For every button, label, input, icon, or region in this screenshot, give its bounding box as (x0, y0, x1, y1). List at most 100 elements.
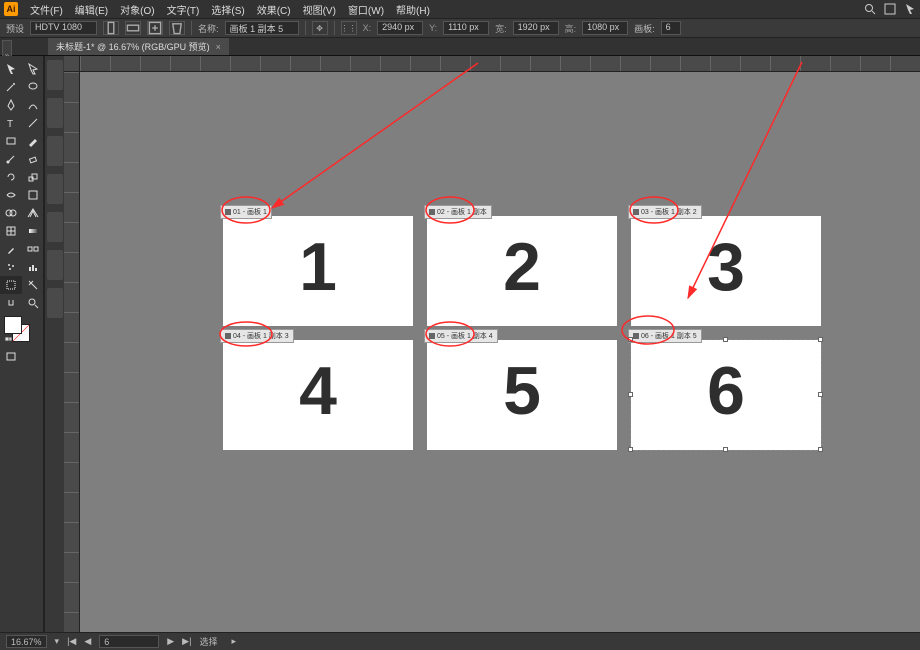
slice-tool[interactable] (22, 276, 44, 294)
pen-tool[interactable] (0, 96, 22, 114)
panel-tab-7[interactable] (47, 288, 63, 318)
panel-tab-6[interactable] (47, 250, 63, 280)
artboard-number: 3 (707, 228, 745, 306)
blend-tool[interactable] (22, 240, 44, 258)
nav-first-icon[interactable]: |◀ (67, 636, 76, 647)
x-label: X: (363, 23, 372, 33)
h-label: 高: (565, 22, 577, 35)
artboard-label[interactable]: 06 - 画板 1 副本 5 (628, 329, 702, 343)
search-icon[interactable] (864, 3, 876, 15)
ruler-horizontal[interactable] (80, 56, 920, 72)
chevron-down-icon[interactable]: ▾ (55, 636, 60, 647)
direct-selection-tool[interactable] (22, 60, 44, 78)
column-graph-tool[interactable] (22, 258, 44, 276)
document-tab-title: 未标题-1* @ 16.67% (RGB/GPU 预览) (56, 40, 210, 53)
artboard-count-field[interactable]: 6 (661, 21, 681, 35)
arrange-icon[interactable] (884, 3, 896, 15)
orient-portrait-button[interactable] (103, 21, 119, 35)
nav-last-icon[interactable]: ▶| (182, 636, 191, 647)
rotate-tool[interactable] (0, 168, 22, 186)
w-field[interactable]: 1920 px (513, 21, 559, 35)
artboard-label[interactable]: 03 - 画板 1 副本 2 (628, 205, 702, 219)
canvas[interactable]: 01 - 画板 1102 - 画板 1 副本203 - 画板 1 副本 2304… (80, 72, 920, 632)
menu-view[interactable]: 视图(V) (303, 2, 336, 17)
artboard-number: 5 (503, 352, 541, 430)
document-tab-bar: » 未标题-1* @ 16.67% (RGB/GPU 预览) × (0, 38, 920, 56)
reference-point-button[interactable]: ⋮⋮ (341, 21, 357, 35)
rectangle-tool[interactable] (0, 132, 22, 150)
panel-tab-3[interactable] (47, 136, 63, 166)
magic-wand-tool[interactable] (0, 78, 22, 96)
panel-tab-1[interactable] (47, 60, 63, 90)
menu-help[interactable]: 帮助(H) (396, 2, 430, 17)
preset-select[interactable]: HDTV 1080 (30, 21, 97, 35)
shaper-tool[interactable] (0, 150, 22, 168)
artboard-label[interactable]: 01 - 画板 1 (220, 205, 272, 219)
menu-object[interactable]: 对象(O) (120, 2, 154, 17)
artboard-name-field[interactable]: 画板 1 副本 5 (225, 21, 299, 35)
artboard[interactable]: 01 - 画板 11 (223, 216, 413, 326)
gradient-tool[interactable] (22, 222, 44, 240)
selection-tool[interactable] (0, 60, 22, 78)
symbol-sprayer-tool[interactable] (0, 258, 22, 276)
paintbrush-tool[interactable] (22, 132, 44, 150)
artboard-label[interactable]: 04 - 画板 1 副本 3 (220, 329, 294, 343)
type-tool[interactable]: T (0, 114, 22, 132)
shape-builder-tool[interactable] (0, 204, 22, 222)
move-with-artboard-button[interactable]: ✥ (312, 21, 328, 35)
cursor-icon[interactable] (904, 3, 916, 15)
width-tool[interactable] (0, 186, 22, 204)
artboard-label[interactable]: 05 - 画板 1 副本 4 (424, 329, 498, 343)
delete-artboard-button[interactable] (169, 21, 185, 35)
artboard[interactable]: 04 - 画板 1 副本 34 (223, 340, 413, 450)
menu-effect[interactable]: 效果(C) (257, 2, 291, 17)
eraser-tool[interactable] (22, 150, 44, 168)
menu-edit[interactable]: 编辑(E) (75, 2, 108, 17)
eyedropper-tool[interactable] (0, 240, 22, 258)
menu-type[interactable]: 文字(T) (167, 2, 200, 17)
scale-tool[interactable] (22, 168, 44, 186)
zoom-field[interactable]: 16.67% (6, 635, 47, 648)
artboard-nav-field[interactable]: 6 (99, 635, 159, 648)
ruler-origin[interactable] (64, 56, 80, 72)
artboard[interactable]: 06 - 画板 1 副本 56 (631, 340, 821, 450)
artboard[interactable]: 05 - 画板 1 副本 45 (427, 340, 617, 450)
y-field[interactable]: 1110 px (443, 21, 489, 35)
lasso-tool[interactable] (22, 78, 44, 96)
artboard-label[interactable]: 02 - 画板 1 副本 (424, 205, 492, 219)
artboard-tool[interactable] (0, 276, 22, 294)
svg-text:T: T (7, 119, 13, 129)
canvas-area[interactable]: 01 - 画板 1102 - 画板 1 副本203 - 画板 1 副本 2304… (64, 56, 920, 632)
nav-next-icon[interactable]: ▶ (167, 636, 174, 647)
zoom-tool[interactable] (22, 294, 44, 312)
artboard-number: 4 (299, 352, 337, 430)
menu-file[interactable]: 文件(F) (30, 2, 63, 17)
menu-select[interactable]: 选择(S) (211, 2, 244, 17)
x-field[interactable]: 2940 px (377, 21, 423, 35)
perspective-grid-tool[interactable] (22, 204, 44, 222)
artboard-number: 2 (503, 228, 541, 306)
line-tool[interactable] (22, 114, 44, 132)
artboard[interactable]: 03 - 画板 1 副本 23 (631, 216, 821, 326)
mesh-tool[interactable] (0, 222, 22, 240)
orient-landscape-button[interactable] (125, 21, 141, 35)
panel-tab-4[interactable] (47, 174, 63, 204)
panel-tab-2[interactable] (47, 98, 63, 128)
nav-prev-icon[interactable]: ◀ (84, 636, 91, 647)
free-transform-tool[interactable] (22, 186, 44, 204)
screen-mode-button[interactable] (0, 348, 22, 366)
color-swatch[interactable] (0, 312, 44, 348)
control-bar: 预设 HDTV 1080 名称: 画板 1 副本 5 ✥ ⋮⋮ X: 2940 … (0, 18, 920, 38)
status-menu-icon[interactable]: ▸ (231, 636, 236, 647)
artboard[interactable]: 02 - 画板 1 副本2 (427, 216, 617, 326)
h-field[interactable]: 1080 px (582, 21, 628, 35)
menu-window[interactable]: 窗口(W) (348, 2, 384, 17)
curvature-tool[interactable] (22, 96, 44, 114)
ruler-vertical[interactable] (64, 72, 80, 632)
close-tab-icon[interactable]: × (216, 42, 221, 52)
document-tab[interactable]: 未标题-1* @ 16.67% (RGB/GPU 预览) × (48, 38, 229, 55)
panel-tab-5[interactable] (47, 212, 63, 242)
artboard-number: 1 (299, 228, 337, 306)
new-artboard-button[interactable] (147, 21, 163, 35)
hand-tool[interactable] (0, 294, 22, 312)
